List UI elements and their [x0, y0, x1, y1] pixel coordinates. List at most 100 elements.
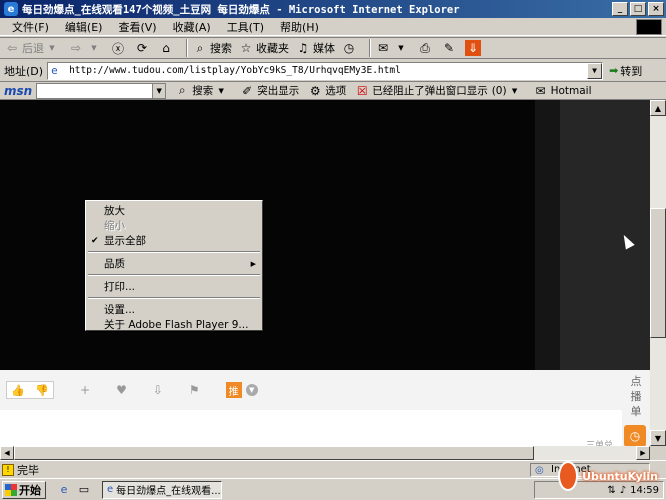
- scroll-thumb[interactable]: [650, 208, 666, 338]
- highlight-button[interactable]: ✐ 突出显示: [239, 81, 299, 101]
- desktop-icon[interactable]: ▭: [76, 482, 92, 498]
- hotmail-button[interactable]: ✉ Hotmail: [533, 81, 592, 101]
- msn-logo[interactable]: msn: [4, 84, 32, 98]
- menu-item-show-all[interactable]: ✔ 显示全部: [86, 233, 262, 248]
- window-title: 每日劲爆点_在线观看147个视频_土豆网 每日劲爆点 - Microsoft I…: [22, 3, 460, 16]
- menu-item-settings[interactable]: 设置...: [86, 302, 262, 317]
- stop-icon: ⓧ: [111, 41, 124, 56]
- video-right-panel[interactable]: [560, 100, 650, 370]
- menu-file[interactable]: 文件(F): [4, 19, 57, 35]
- quick-launch: e ▭: [56, 482, 92, 498]
- menu-item-about-flash[interactable]: 关于 Adobe Flash Player 9...: [86, 317, 262, 332]
- close-button[interactable]: ×: [648, 2, 664, 16]
- highlighter-icon: ✐: [242, 83, 253, 98]
- popup-blocker-button[interactable]: ☒ 已经阻止了弹出窗口显示 (0) ▼: [354, 81, 524, 101]
- back-label: 后退: [22, 42, 44, 55]
- ie-quicklaunch-icon[interactable]: e: [56, 482, 72, 498]
- menu-item-zoom-out: 缩小: [86, 218, 262, 233]
- forward-arrow-icon: ⇨: [70, 41, 82, 55]
- heart-icon[interactable]: ♥: [116, 383, 127, 397]
- favorites-button[interactable]: ☆ 收藏夹: [238, 38, 289, 58]
- side-tab-char: 播: [630, 390, 642, 403]
- media-label: 媒体: [313, 42, 335, 55]
- home-button[interactable]: ⌂: [158, 38, 176, 58]
- edit-button[interactable]: ✎: [441, 38, 459, 58]
- mail-button[interactable]: ✉ ▼: [375, 38, 411, 58]
- msn-search-button[interactable]: ⌕ 搜索 ▼: [174, 81, 231, 101]
- go-button[interactable]: ➡ 转到: [609, 63, 642, 79]
- menu-item-quality[interactable]: 品质 ▶: [86, 256, 262, 271]
- print-button[interactable]: ⎙: [417, 38, 435, 58]
- scroll-up-button[interactable]: ▲: [650, 100, 666, 116]
- options-label: 选项: [325, 85, 347, 97]
- page-icon: e: [51, 63, 58, 77]
- page-content: 👍 👎 + ♥ ⇩ ⚑ 推 ▼ 点 播 单 三单兑 ◷ 放大 缩小 ✔ 显示全部…: [0, 100, 650, 446]
- menu-tools[interactable]: 工具(T): [219, 19, 272, 35]
- chevron-down-icon: ▼: [91, 44, 97, 52]
- window-controls: _ □ ×: [612, 2, 664, 16]
- ie-icon: e: [4, 2, 18, 16]
- horizontal-scrollbar[interactable]: ◀ ▶: [0, 446, 650, 460]
- menu-item-label: 关于 Adobe Flash Player 9...: [104, 319, 249, 331]
- toolbar-separator: [369, 39, 371, 57]
- thumbs-down-icon[interactable]: 👎: [35, 384, 49, 397]
- scroll-down-button[interactable]: ▼: [650, 430, 666, 446]
- page-below-video: [0, 410, 650, 446]
- minimize-button[interactable]: _: [612, 2, 628, 16]
- search-button[interactable]: ⌕ 搜索: [192, 38, 232, 58]
- hotmail-icon: ✉: [535, 83, 546, 98]
- back-arrow-icon: ⇦: [6, 41, 18, 55]
- go-arrow-icon: ➡: [609, 64, 619, 77]
- refresh-button[interactable]: ⟳: [134, 38, 152, 58]
- msn-search-input[interactable]: ▼: [36, 82, 167, 99]
- menu-view[interactable]: 查看(V): [110, 19, 164, 35]
- video-player[interactable]: [0, 100, 535, 370]
- address-input[interactable]: e http://www.tudou.com/listplay/YobYc9kS…: [47, 61, 604, 80]
- mail-icon: ✉: [377, 41, 389, 55]
- clock-icon[interactable]: ◷: [624, 425, 646, 446]
- popup-count: (0): [491, 84, 507, 97]
- media-button[interactable]: ♫ 媒体: [295, 38, 335, 58]
- chevron-down-icon[interactable]: ▼: [245, 384, 258, 396]
- back-button[interactable]: ⇦ 后退 ▼: [4, 38, 62, 58]
- chevron-down-icon: ▼: [218, 86, 224, 95]
- download-icon: ⇓: [465, 40, 481, 56]
- warning-icon: !: [2, 463, 14, 476]
- vertical-scrollbar[interactable]: ▲ ▼: [650, 100, 666, 446]
- push-button[interactable]: 推: [225, 382, 242, 398]
- add-icon[interactable]: +: [80, 383, 90, 397]
- thumbs-up-icon[interactable]: 👍: [11, 384, 25, 397]
- watermark-text: UbuntuKylin: [582, 469, 658, 483]
- scroll-left-button[interactable]: ◀: [0, 446, 14, 460]
- address-dropdown-button[interactable]: ▼: [587, 62, 603, 79]
- popup-label: 已经阻止了弹出窗口显示: [372, 85, 488, 97]
- media-icon: ♫: [297, 41, 309, 55]
- address-url: http://www.tudou.com/listplay/YobYc9kS_T…: [69, 65, 401, 76]
- download-button[interactable]: ⇓: [465, 38, 483, 58]
- msn-dropdown-button[interactable]: ▼: [152, 83, 166, 98]
- taskbar-window-button[interactable]: e 每日劲爆点_在线观看...: [102, 480, 222, 499]
- menu-edit[interactable]: 编辑(E): [57, 19, 111, 35]
- options-button[interactable]: ⚙ 选项: [307, 81, 346, 101]
- menu-favorites[interactable]: 收藏(A): [165, 19, 219, 35]
- history-button[interactable]: ◷: [341, 38, 359, 58]
- flag-icon[interactable]: ⚑: [189, 383, 200, 397]
- menu-item-print[interactable]: 打印...: [86, 279, 262, 294]
- maximize-button[interactable]: □: [630, 2, 646, 16]
- menu-help[interactable]: 帮助(H): [272, 19, 327, 35]
- window-titlebar[interactable]: e 每日劲爆点_在线观看147个视频_土豆网 每日劲爆点 - Microsoft…: [0, 0, 666, 18]
- download-icon[interactable]: ⇩: [153, 383, 163, 397]
- msn-search-label: 搜索: [192, 85, 214, 97]
- menu-item-label: 打印...: [104, 281, 136, 293]
- watermark: UbuntuKylin: [558, 458, 658, 494]
- stop-button[interactable]: ⓧ: [110, 38, 128, 58]
- options-icon: ⚙: [309, 83, 321, 98]
- windows-flag-icon: [5, 483, 17, 496]
- horizontal-scroll-thumb[interactable]: [14, 446, 534, 460]
- chevron-down-icon: ▼: [398, 44, 404, 52]
- search-icon: ⌕: [196, 40, 204, 55]
- menu-separator: [88, 274, 260, 276]
- forward-button[interactable]: ⇨ ▼: [68, 38, 104, 58]
- start-button[interactable]: 开始: [2, 480, 46, 499]
- menu-item-zoom-in[interactable]: 放大: [86, 203, 262, 218]
